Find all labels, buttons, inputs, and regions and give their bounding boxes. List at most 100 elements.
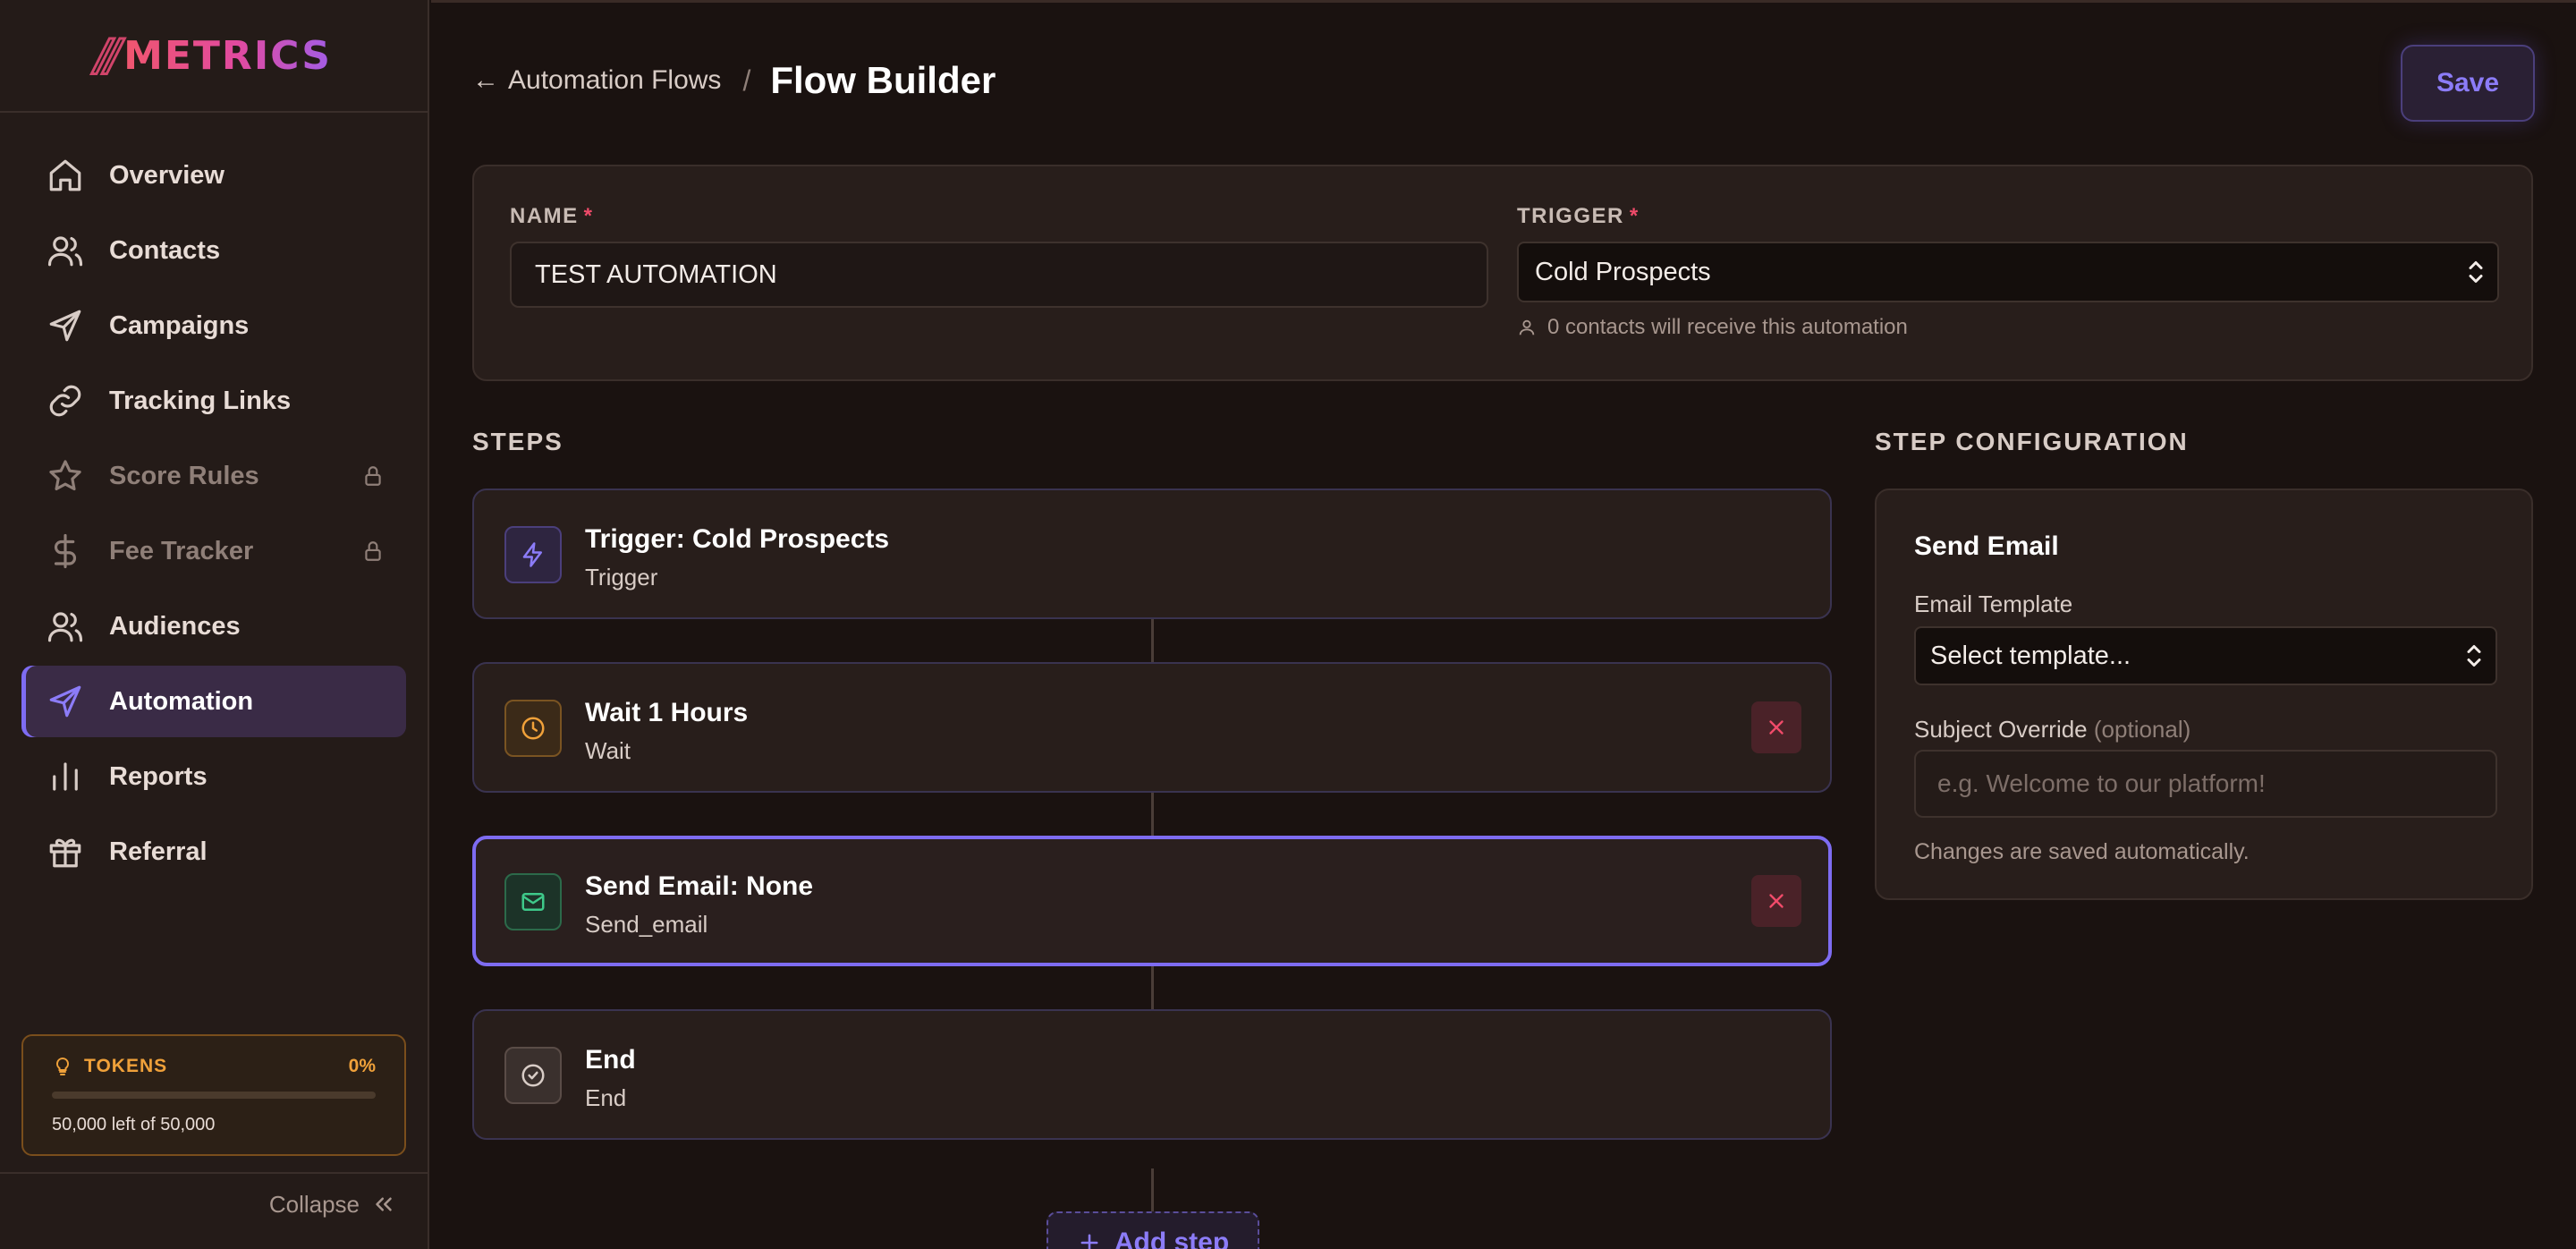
tokens-panel[interactable]: TOKENS 0% 50,000 left of 50,000	[21, 1034, 406, 1156]
users-icon	[47, 612, 83, 642]
trigger-label: TRIGGER *	[1517, 204, 1640, 229]
step-connector	[1151, 791, 1154, 837]
top-divider	[431, 0, 2576, 3]
email-template-select[interactable]: Select template...	[1914, 626, 2497, 685]
sidebar-item-automation[interactable]: Automation	[21, 666, 406, 737]
sidebar-item-fee-tracker[interactable]: Fee Tracker	[21, 515, 406, 587]
step-type: Wait	[585, 737, 631, 764]
config-step-heading: Send Email	[1914, 531, 2059, 561]
save-button[interactable]: Save	[2401, 45, 2535, 122]
user-icon	[1519, 319, 1535, 336]
sidebar-item-label: Score Rules	[109, 461, 259, 490]
breadcrumb-separator: /	[742, 64, 751, 97]
metrics-logo[interactable]: // METRICS	[95, 30, 332, 82]
email-template-label: Email Template	[1914, 591, 2073, 617]
autosave-note: Changes are saved automatically.	[1914, 839, 2250, 864]
main-content: ← Automation Flows / Flow Builder Save N…	[431, 0, 2576, 1249]
tokens-percent: 0%	[348, 1056, 376, 1076]
select-arrows-icon	[2469, 261, 2483, 283]
sidebar-item-campaigns[interactable]: Campaigns	[21, 290, 406, 361]
subject-override-label: Subject Override (optional)	[1914, 716, 2190, 743]
select-arrows-icon	[2467, 645, 2481, 667]
tokens-label: TOKENS	[84, 1056, 168, 1076]
trigger-select-value: Cold Prospects	[1535, 257, 1711, 286]
step-connector	[1151, 617, 1154, 664]
step-configuration-card: Send Email Email Template Select templat…	[1875, 489, 2533, 900]
page-title: Flow Builder	[770, 59, 996, 101]
logo-area: // METRICS	[0, 0, 428, 113]
sidebar-item-label: Contacts	[109, 235, 221, 265]
step-type: End	[585, 1084, 627, 1111]
sidebar-item-reports[interactable]: Reports	[21, 741, 406, 812]
step-icon-box	[504, 873, 562, 930]
required-mark: *	[583, 204, 594, 228]
back-link-label: Automation Flows	[508, 65, 722, 95]
sidebar-item-label: Reports	[109, 761, 208, 791]
lock-icon	[365, 541, 381, 561]
check-circle-icon	[521, 1064, 545, 1087]
steps-heading: STEPS	[472, 428, 564, 455]
tokens-progress-bar	[52, 1092, 376, 1099]
chevrons-left-icon	[376, 1197, 392, 1211]
step-card-end[interactable]: End End	[472, 1009, 1832, 1140]
breadcrumb: ← Automation Flows / Flow Builder	[472, 59, 996, 102]
step-card-trigger[interactable]: Trigger: Cold Prospects Trigger	[472, 489, 1832, 619]
tokens-header: TOKENS 0%	[52, 1056, 376, 1077]
sidebar-item-label: Automation	[109, 686, 254, 716]
lock-icon	[365, 466, 381, 486]
home-icon	[49, 159, 81, 191]
step-icon-box	[504, 700, 562, 757]
trigger-audience-note: 0 contacts will receive this automation	[1517, 315, 1908, 340]
sidebar-item-referral[interactable]: Referral	[21, 816, 406, 888]
sidebar-item-overview[interactable]: Overview	[21, 140, 406, 211]
step-card-send-email[interactable]: Send Email: None Send_email	[472, 836, 1832, 966]
add-step-label: Add step	[1114, 1228, 1230, 1249]
step-title: Trigger: Cold Prospects	[585, 524, 890, 554]
name-input[interactable]: TEST AUTOMATION	[510, 242, 1488, 308]
trigger-select[interactable]: Cold Prospects	[1517, 242, 2499, 302]
bar-chart-icon	[53, 762, 78, 791]
mail-icon	[521, 893, 545, 911]
name-label-text: NAME	[510, 204, 579, 228]
logo-slashes: //	[95, 30, 123, 82]
step-title: End	[585, 1045, 636, 1075]
sidebar-item-contacts[interactable]: Contacts	[21, 215, 406, 286]
delete-step-button[interactable]	[1751, 875, 1801, 927]
trigger-note-text: 0 contacts will receive this automation	[1547, 315, 1908, 339]
back-link[interactable]: ← Automation Flows	[472, 65, 721, 96]
delete-step-button[interactable]	[1751, 701, 1801, 753]
dollar-icon	[54, 533, 77, 569]
email-template-value: Select template...	[1930, 641, 2131, 670]
collapse-button[interactable]: Collapse	[0, 1172, 429, 1235]
clock-icon	[521, 717, 545, 740]
sidebar-item-audiences[interactable]: Audiences	[21, 591, 406, 662]
step-title: Send Email: None	[585, 871, 814, 901]
optional-hint: (optional)	[2093, 716, 2191, 743]
add-step-button[interactable]: Add step	[1046, 1211, 1259, 1249]
sidebar-item-label: Campaigns	[109, 310, 250, 340]
step-icon-box	[504, 1047, 562, 1104]
automation-settings-card: NAME * TEST AUTOMATION TRIGGER * Cold Pros…	[472, 165, 2533, 381]
gift-icon	[49, 838, 81, 868]
required-mark: *	[1629, 204, 1640, 228]
users-icon	[47, 236, 83, 267]
sidebar-item-label: Referral	[109, 837, 208, 866]
step-type: Trigger	[585, 564, 658, 591]
step-type: Send_email	[585, 911, 708, 938]
sidebar-item-label: Tracking Links	[109, 386, 292, 415]
plus-icon	[1080, 1234, 1098, 1249]
sidebar-item-tracking-links[interactable]: Tracking Links	[21, 365, 406, 437]
bolt-icon	[522, 542, 542, 567]
sidebar-item-score-rules[interactable]: Score Rules	[21, 440, 406, 512]
arrow-left-icon: ←	[472, 65, 499, 95]
sidebar-item-label: Overview	[109, 160, 225, 190]
subject-override-input[interactable]: e.g. Welcome to our platform!	[1914, 750, 2497, 818]
sidebar: // METRICS Overview Contacts Campaigns T…	[0, 0, 429, 1249]
sidebar-nav: Overview Contacts Campaigns Tracking Lin…	[21, 140, 406, 891]
step-icon-box	[504, 526, 562, 583]
tokens-title: TOKENS	[52, 1056, 167, 1077]
step-connector	[1151, 964, 1154, 1011]
step-card-wait[interactable]: Wait 1 Hours Wait	[472, 662, 1832, 793]
trigger-label-text: TRIGGER	[1517, 204, 1624, 228]
sidebar-item-label: Audiences	[109, 611, 241, 641]
